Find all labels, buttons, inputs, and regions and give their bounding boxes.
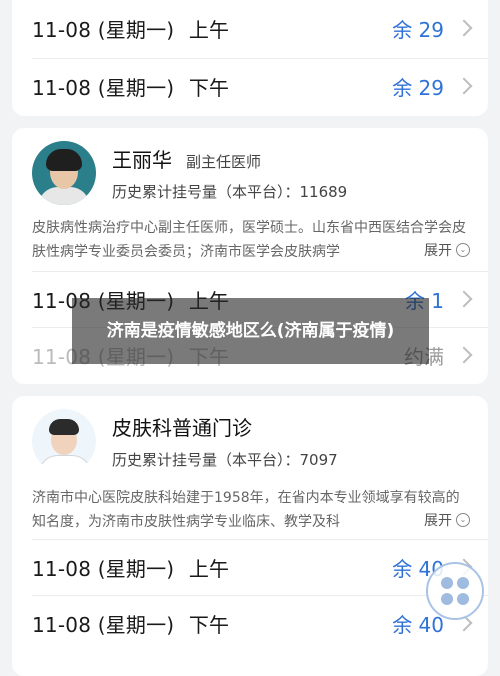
doctor-title: 副主任医师: [186, 153, 262, 171]
doctor-description: 皮肤病性病治疗中心副主任医师，医学硕士。山东省中西医结合学会皮肤性病学专业委员会…: [32, 220, 466, 260]
four-dots-menu-icon: [441, 577, 469, 605]
slot-row-morning[interactable]: 11-08 (星期一) 上午 余 40: [12, 539, 488, 595]
slot-weekday: (星期一): [97, 556, 175, 581]
expand-button[interactable]: 展开 ⌄: [418, 240, 470, 260]
title-overlay: 济南是疫情敏感地区么(济南属于疫情): [72, 298, 429, 364]
history-count: 历史累计挂号量（本平台）：7097: [112, 451, 338, 469]
slot-weekday: (星期一): [97, 75, 175, 100]
slot-availability: 余 29: [392, 75, 444, 100]
chevron-right-icon: [455, 290, 473, 308]
clinic-header[interactable]: 皮肤科普通门诊 历史累计挂号量（本平台）：7097: [32, 406, 468, 476]
slot-period: 下午: [188, 612, 230, 637]
expand-button[interactable]: 展开 ⌄: [418, 510, 470, 530]
slot-weekday: (星期一): [97, 17, 175, 42]
slot-date: 11-08: [32, 17, 92, 42]
chevron-right-icon: [455, 19, 473, 37]
slot-date: 11-08: [32, 75, 92, 100]
slot-row-afternoon[interactable]: 11-08 (星期一) 下午 余 29: [12, 58, 488, 114]
clinic-name: 皮肤科普通门诊: [112, 416, 252, 440]
slot-period: 上午: [188, 556, 230, 581]
doctor-avatar: [32, 141, 96, 205]
chevron-right-icon: [455, 346, 473, 364]
schedule-card-1: 11-08 (星期一) 上午 余 29 11-08 (星期一) 下午 余 29: [12, 0, 488, 116]
slot-date: 11-08: [32, 556, 92, 581]
clinic-card: 皮肤科普通门诊 历史累计挂号量（本平台）：7097 济南市中心医院皮肤科始建于1…: [12, 396, 488, 676]
clinic-description: 济南市中心医院皮肤科始建于1958年，在省内本专业领域享有较高的知名度，为济南市…: [32, 490, 460, 530]
slot-availability: 余 29: [392, 17, 444, 42]
clinic-avatar: [32, 409, 96, 473]
doctor-name: 王丽华: [112, 148, 172, 172]
slot-row-afternoon[interactable]: 11-08 (星期一) 下午 余 40: [12, 595, 488, 651]
slot-date: 11-08: [32, 612, 92, 637]
slot-weekday: (星期一): [97, 612, 175, 637]
chevron-down-circle-icon: ⌄: [456, 513, 470, 527]
doctor-header[interactable]: 王丽华 副主任医师 历史累计挂号量（本平台）：11689: [32, 138, 468, 208]
history-count: 历史累计挂号量（本平台）：11689: [112, 183, 348, 201]
slot-period: 上午: [188, 17, 230, 42]
chevron-right-icon: [455, 77, 473, 95]
slot-period: 下午: [188, 75, 230, 100]
chevron-down-circle-icon: ⌄: [456, 243, 470, 257]
slot-row-morning[interactable]: 11-08 (星期一) 上午 余 29: [12, 0, 488, 56]
floating-menu-button[interactable]: [426, 562, 484, 620]
